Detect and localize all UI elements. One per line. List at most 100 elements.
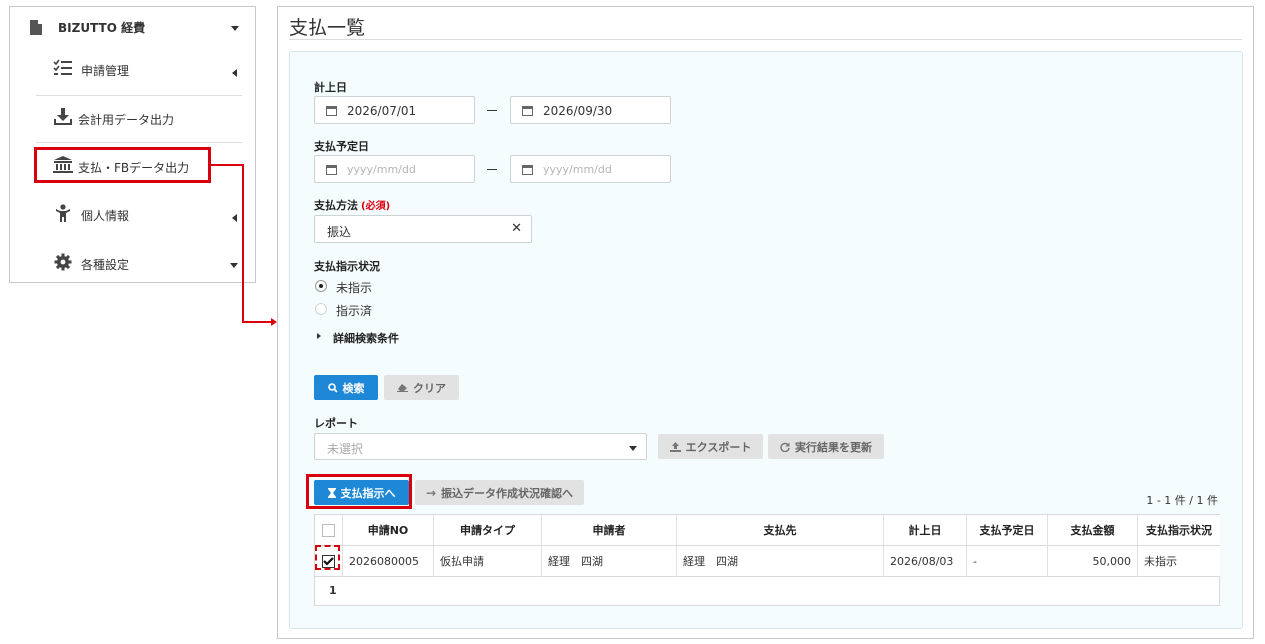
toggle-label: 詳細検索条件 bbox=[333, 332, 399, 345]
page-number[interactable]: 1 bbox=[329, 584, 337, 597]
table-cell: 2026/08/03 bbox=[884, 546, 967, 577]
main-content: 支払一覧 計上日 2026/07/01 2026/09/30 支払予定日 yyy… bbox=[277, 6, 1254, 639]
report-select[interactable]: 未選択 bbox=[314, 433, 647, 460]
input-value: 2026/09/30 bbox=[543, 104, 613, 118]
table-cell: 未指示 bbox=[1138, 546, 1220, 577]
advanced-search-toggle[interactable]: 詳細検索条件 bbox=[314, 329, 434, 345]
chevron-left-icon bbox=[232, 69, 237, 77]
calendar-icon bbox=[522, 165, 533, 175]
highlight-frame bbox=[34, 147, 211, 183]
person-icon bbox=[56, 204, 70, 222]
chevron-down-icon bbox=[231, 26, 239, 31]
search-panel: 計上日 2026/07/01 2026/09/30 支払予定日 yyyy/mm/… bbox=[289, 51, 1243, 629]
connector-line bbox=[211, 164, 244, 166]
payment-date-to-input[interactable]: yyyy/mm/dd bbox=[510, 155, 671, 183]
divider bbox=[36, 142, 242, 143]
sidebar-item-personal-info[interactable]: 個人情報 bbox=[36, 192, 242, 236]
select-value: 振込 bbox=[327, 225, 352, 239]
column-header[interactable]: 支払先 bbox=[677, 515, 884, 546]
divider bbox=[289, 39, 1242, 40]
select-all-checkbox[interactable] bbox=[322, 523, 335, 537]
sidebar-item-label: 各種設定 bbox=[81, 258, 130, 272]
radio-label: 指示済 bbox=[336, 304, 373, 318]
table-cell: 2026080005 bbox=[343, 546, 434, 577]
button-label: エクスポート bbox=[685, 440, 752, 454]
button-label: 検索 bbox=[342, 381, 365, 395]
range-dash bbox=[487, 110, 497, 111]
export-button[interactable]: エクスポート bbox=[658, 434, 763, 459]
input-value: 2026/07/01 bbox=[347, 104, 417, 118]
column-header[interactable]: 申請タイプ bbox=[434, 515, 542, 546]
select-all-cell bbox=[315, 515, 343, 546]
payment-method-select[interactable]: 振込 ✕ bbox=[314, 215, 532, 243]
sidebar-item-label: 申請管理 bbox=[81, 64, 130, 78]
sidebar-item-label: 会計用データ出力 bbox=[78, 113, 175, 127]
sidebar-item-accounting-export[interactable]: 会計用データ出力 bbox=[36, 96, 242, 140]
gear-icon bbox=[54, 253, 72, 271]
refresh-results-button[interactable]: 実行結果を更新 bbox=[768, 434, 884, 459]
page-title: 支払一覧 bbox=[289, 17, 366, 39]
button-label: 振込データ作成状況確認へ bbox=[441, 486, 574, 500]
transfer-status-button[interactable]: → 振込データ作成状況確認へ bbox=[415, 480, 584, 505]
radio-uninstructed[interactable] bbox=[315, 280, 327, 292]
highlight-frame bbox=[306, 474, 412, 509]
search-icon bbox=[327, 382, 338, 393]
payment-date-label: 支払予定日 bbox=[314, 140, 369, 153]
record-date-from-input[interactable]: 2026/07/01 bbox=[314, 96, 475, 124]
arrow-right-icon: → bbox=[425, 485, 437, 500]
document-icon bbox=[30, 20, 42, 35]
payment-method-label: 支払方法 (必須) bbox=[314, 197, 390, 213]
refresh-icon bbox=[780, 442, 790, 452]
checklist-icon bbox=[53, 59, 72, 75]
result-count: 1 - 1 件 / 1 件 bbox=[1146, 494, 1218, 507]
sidebar-item-applications[interactable]: 申請管理 bbox=[36, 47, 242, 91]
button-label: クリア bbox=[413, 381, 446, 395]
report-label: レポート bbox=[314, 417, 358, 430]
connector-line bbox=[242, 321, 272, 323]
upload-icon bbox=[669, 441, 681, 452]
table-cell: 仮払申請 bbox=[434, 546, 542, 577]
table-cell: 経理 四湖 bbox=[677, 546, 884, 577]
required-badge: (必須) bbox=[361, 201, 391, 212]
table-cell: 経理 四湖 bbox=[542, 546, 677, 577]
app-title: BIZUTTO 経費 bbox=[58, 21, 146, 35]
calendar-icon bbox=[326, 106, 337, 116]
eraser-icon bbox=[397, 384, 408, 392]
sidebar-nav: BIZUTTO 経費 申請管理 会計用データ出力 支払・FBデータ出力 個人情報… bbox=[9, 6, 256, 283]
table-cell: 50,000 bbox=[1048, 546, 1138, 577]
select-placeholder: 未選択 bbox=[327, 442, 364, 456]
instruction-status-label: 支払指示状況 bbox=[314, 260, 380, 273]
clear-x-icon[interactable]: ✕ bbox=[511, 221, 522, 236]
sidebar-item-settings[interactable]: 各種設定 bbox=[36, 241, 242, 285]
radio-instructed[interactable] bbox=[315, 303, 327, 315]
calendar-icon bbox=[326, 165, 337, 175]
download-icon bbox=[54, 108, 72, 125]
clear-button[interactable]: クリア bbox=[384, 375, 459, 400]
input-placeholder: yyyy/mm/dd bbox=[543, 163, 612, 176]
calendar-icon bbox=[522, 106, 533, 116]
column-header[interactable]: 支払金額 bbox=[1048, 515, 1138, 546]
input-placeholder: yyyy/mm/dd bbox=[347, 163, 416, 176]
range-dash bbox=[487, 169, 497, 170]
payments-table: 申請NO 申請タイプ 申請者 支払先 計上日 支払予定日 支払金額 支払指示状況… bbox=[314, 514, 1220, 606]
column-header[interactable]: 支払予定日 bbox=[967, 515, 1048, 546]
payment-date-from-input[interactable]: yyyy/mm/dd bbox=[314, 155, 475, 183]
highlight-dashed-frame bbox=[315, 545, 340, 570]
column-header[interactable]: 支払指示状況 bbox=[1138, 515, 1220, 546]
connector-line bbox=[242, 164, 244, 323]
record-date-label: 計上日 bbox=[314, 81, 347, 94]
chevron-down-icon bbox=[230, 263, 238, 268]
caret-right-icon bbox=[317, 333, 321, 339]
table-cell: - bbox=[967, 546, 1048, 577]
column-header[interactable]: 申請NO bbox=[343, 515, 434, 546]
sidebar-header[interactable]: BIZUTTO 経費 bbox=[10, 7, 255, 47]
label-text: 支払方法 bbox=[314, 199, 358, 212]
radio-label: 未指示 bbox=[336, 281, 373, 295]
record-date-to-input[interactable]: 2026/09/30 bbox=[510, 96, 671, 124]
chevron-left-icon bbox=[232, 214, 237, 222]
column-header[interactable]: 申請者 bbox=[542, 515, 677, 546]
column-header[interactable]: 計上日 bbox=[884, 515, 967, 546]
button-label: 実行結果を更新 bbox=[795, 440, 872, 454]
search-button[interactable]: 検索 bbox=[314, 375, 378, 400]
sidebar-item-label: 個人情報 bbox=[81, 209, 130, 223]
